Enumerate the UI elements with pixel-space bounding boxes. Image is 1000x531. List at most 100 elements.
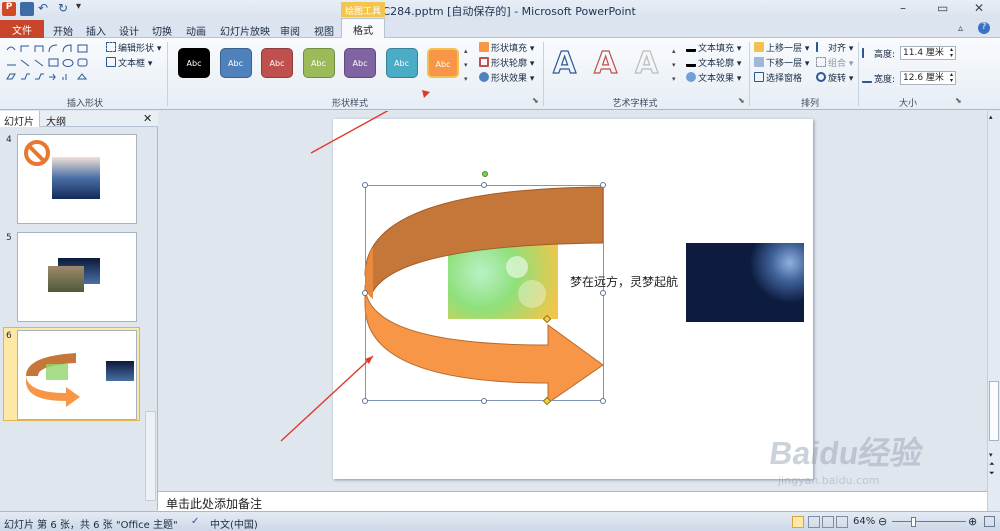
tab-design[interactable]: 设计 [115, 22, 143, 38]
tab-review[interactable]: 审阅 [276, 22, 304, 38]
height-spinner-icon: ▴ ▾ [949, 46, 953, 59]
minimize-ribbon-icon[interactable]: ▵ [958, 23, 963, 34]
shape-fill-button[interactable]: 形状填充 ▾ [479, 41, 534, 54]
selection-pane-button[interactable]: 选择窗格 [754, 71, 802, 84]
align-button[interactable]: 对齐 ▾ [816, 41, 853, 54]
text-box-icon [106, 57, 116, 67]
fit-slide-icon[interactable] [984, 516, 995, 527]
bring-forward-button[interactable]: 上移一层 ▾ [754, 41, 809, 54]
baidu-watermark: Baidu经验 jingyan.baidu.com [767, 428, 970, 508]
slide-thumbnail-5[interactable] [17, 232, 137, 322]
zoom-level[interactable]: 64% [853, 516, 875, 527]
shape-style-swatch-2[interactable]: Abc [219, 48, 252, 78]
width-icon [862, 73, 872, 83]
effects-icon [479, 72, 489, 82]
height-input[interactable]: 11.4 厘米 ▴ ▾ [900, 46, 956, 60]
edit-shape-button[interactable]: 编辑形状 ▾ [106, 41, 161, 54]
zoom-slider-thumb[interactable] [911, 517, 916, 527]
slide-thumbnail-4[interactable] [17, 134, 137, 224]
shapes-gallery-icons [6, 44, 88, 81]
language[interactable]: 中文(中国) [210, 516, 258, 531]
pencil-outline-icon [479, 57, 489, 67]
send-backward-button[interactable]: 下移一层 ▾ [754, 56, 809, 69]
group-button[interactable]: 组合 ▾ [816, 56, 853, 69]
thumb-image [52, 157, 100, 199]
shape-style-swatch-3[interactable]: Abc [261, 48, 293, 78]
spell-check-icon[interactable]: ✓ [191, 516, 199, 527]
text-box-button[interactable]: 文本框 ▾ [106, 56, 152, 69]
shape-style-swatch-1[interactable]: Abc [178, 48, 210, 78]
arrange-label: 排列 [800, 99, 819, 109]
no-symbol-icon [24, 140, 50, 166]
thumb-image [48, 266, 84, 292]
wordart-style-gray[interactable]: A [634, 45, 658, 81]
tab-insert[interactable]: 插入 [82, 22, 110, 38]
align-icon [816, 42, 826, 52]
scroll-thumb[interactable] [989, 381, 999, 441]
tab-slideshow[interactable]: 幻灯片放映 [216, 22, 274, 38]
width-label: 宽度: [862, 72, 895, 85]
edit-shape-icon [106, 42, 116, 52]
zoom-in-icon[interactable]: ⊕ [968, 515, 977, 528]
selection-pane-icon [754, 72, 764, 82]
wordart-style-red[interactable]: A [593, 45, 617, 81]
slide-sorter-icon[interactable] [808, 516, 820, 528]
size-dialog-launcher-icon[interactable]: ⬊ [955, 96, 962, 105]
slide-counter: 幻灯片 第 6 张，共 6 张 [4, 520, 113, 531]
bring-forward-icon [754, 42, 764, 52]
shape-effects-button[interactable]: 形状效果 ▾ [479, 71, 534, 84]
text-effects-button[interactable]: 文本效果 ▾ [686, 71, 741, 84]
gallery-scroll[interactable]: ▴ ▾ ▾ [464, 44, 473, 90]
window-title: pptC284.pptm [自动保存的] - Microsoft PowerPo… [364, 5, 636, 18]
text-fill-button[interactable]: 文本填充 ▾ [686, 41, 741, 54]
help-icon[interactable]: ? [978, 22, 990, 34]
shape-style-swatch-6[interactable]: Abc [385, 48, 418, 78]
text-outline-button[interactable]: 文本轮廓 ▾ [686, 56, 741, 69]
group-icon [816, 57, 826, 67]
slide-number: 6 [6, 331, 12, 341]
zoom-out-icon[interactable]: ⊖ [878, 515, 887, 528]
minimize-button[interactable]: – [900, 1, 906, 15]
zoom-slider[interactable] [892, 521, 966, 522]
slide-number: 5 [6, 233, 12, 243]
wordart-gallery-scroll[interactable]: ▴ ▾ ▾ [672, 44, 681, 90]
tab-home[interactable]: 开始 [49, 22, 77, 38]
tab-animations[interactable]: 动画 [182, 22, 210, 38]
vertical-scrollbar[interactable]: ▴ ▾ ⏶ ⏷ [987, 111, 1000, 511]
shape-styles-dialog-launcher-icon[interactable]: ⬊ [532, 96, 539, 105]
theme-name[interactable]: "Office 主题" [116, 516, 178, 531]
width-input[interactable]: 12.6 厘米 ▴ ▾ [900, 71, 956, 85]
shape-style-swatch-5[interactable]: Abc [344, 48, 376, 78]
watermark-brand: Baidu经验 [767, 435, 926, 471]
shape-style-swatch-4[interactable]: Abc [302, 48, 335, 78]
wordart-dialog-launcher-icon[interactable]: ⬊ [738, 96, 745, 105]
wordart-styles-label: 艺术字样式 [612, 99, 658, 109]
shape-outline-button[interactable]: 形状轮廓 ▾ [479, 56, 534, 69]
wordart-style-blue[interactable]: A [552, 45, 576, 81]
slide-number: 4 [6, 135, 12, 145]
reading-view-icon[interactable] [822, 516, 834, 528]
paint-bucket-icon [479, 42, 489, 52]
normal-view-icon[interactable] [792, 516, 804, 528]
close-button[interactable]: ✕ [974, 1, 984, 15]
send-backward-icon [754, 57, 764, 67]
slideshow-icon[interactable] [836, 516, 848, 528]
tab-transitions[interactable]: 切换 [148, 22, 176, 38]
tab-slides[interactable]: 幻灯片 [0, 111, 40, 128]
rotate-button[interactable]: 旋转 ▾ [816, 71, 853, 84]
tab-outline[interactable]: 大纲 [46, 113, 66, 128]
close-pane-button[interactable]: ✕ [143, 112, 152, 125]
shapes-gallery[interactable] [4, 42, 100, 86]
tab-view[interactable]: 视图 [310, 22, 338, 38]
tab-format[interactable]: 格式 [341, 18, 385, 38]
restore-button[interactable]: ▭ [937, 1, 948, 15]
shape-style-swatch-7[interactable]: Abc [427, 48, 459, 78]
notes-placeholder: 单击此处添加备注 [166, 497, 263, 511]
slides-pane-scrollbar[interactable] [145, 411, 156, 501]
tab-file[interactable]: 文件 [0, 20, 44, 38]
prev-next-slide-icon[interactable]: ▾ ⏶ ⏷ [989, 451, 995, 478]
shape-styles-label: 形状样式 [331, 99, 368, 109]
slide-thumbnail-6[interactable] [17, 330, 137, 420]
ribbon: 编辑形状 ▾ 文本框 ▾ 插入形状 ▴ ▾ ▾ 形状填充 ▾ 形状轮廓 ▾ 形状效果… [0, 38, 1000, 110]
scroll-up-icon[interactable]: ▴ [989, 113, 993, 121]
